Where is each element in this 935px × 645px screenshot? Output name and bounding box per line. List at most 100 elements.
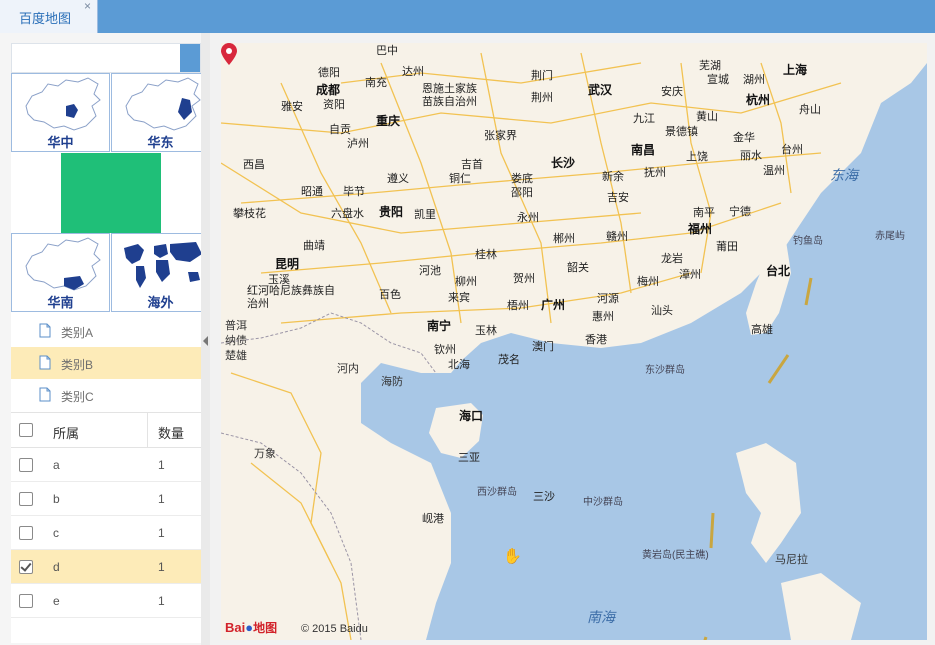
city-label[interactable]: 广州 xyxy=(541,296,565,313)
category-item-c[interactable]: 类别C xyxy=(11,379,201,411)
city-label[interactable]: 温州 xyxy=(763,162,785,178)
city-label[interactable]: 泸州 xyxy=(347,135,369,151)
city-label[interactable]: 吉安 xyxy=(607,189,629,205)
city-label[interactable]: 龙岩 xyxy=(661,250,683,266)
city-label[interactable]: 柳州 xyxy=(455,273,477,289)
column-divider[interactable] xyxy=(147,413,148,447)
city-label[interactable]: 北海 xyxy=(448,356,470,372)
city-label[interactable]: 香港 xyxy=(585,331,607,347)
city-label[interactable]: 金华 xyxy=(733,129,755,145)
city-label[interactable]: 上海 xyxy=(783,61,807,78)
city-label[interactable]: 宣城 xyxy=(707,71,729,87)
panel-splitter[interactable] xyxy=(201,33,210,645)
city-label[interactable]: 岘港 xyxy=(422,510,444,526)
city-label[interactable]: 澳门 xyxy=(532,338,554,354)
city-label[interactable]: 铜仁 xyxy=(449,170,471,186)
city-label[interactable]: 荆门 xyxy=(531,67,553,83)
city-label[interactable]: 六盘水 xyxy=(331,205,364,221)
city-label[interactable]: 台北 xyxy=(766,262,790,279)
city-label[interactable]: 重庆 xyxy=(376,112,400,129)
city-label[interactable]: 抚州 xyxy=(644,164,666,180)
city-label[interactable]: 景德镇 xyxy=(665,123,698,139)
city-label[interactable]: 海防 xyxy=(381,373,403,389)
city-label[interactable]: 马尼拉 xyxy=(775,551,808,567)
city-label[interactable]: 宁德 xyxy=(729,203,751,219)
city-label[interactable]: 攀枝花 xyxy=(233,205,266,221)
region-tile-east[interactable]: 华东 xyxy=(111,73,210,152)
city-label[interactable]: 安庆 xyxy=(661,83,683,99)
row-checkbox[interactable] xyxy=(19,492,33,506)
city-label[interactable]: 德阳 xyxy=(318,64,340,80)
city-label[interactable]: 惠州 xyxy=(592,308,614,324)
city-label[interactable]: 海口 xyxy=(459,407,483,424)
city-label[interactable]: 昭通 xyxy=(301,183,323,199)
table-row[interactable]: e 1 xyxy=(11,584,201,618)
city-label[interactable]: 杭州 xyxy=(746,91,770,108)
tab-baidu-map[interactable]: 百度地图 × xyxy=(0,0,98,33)
row-checkbox[interactable] xyxy=(19,560,33,574)
region-tile-south[interactable]: 华南 xyxy=(11,233,110,312)
city-label[interactable]: 张家界 xyxy=(484,127,517,143)
baidu-map-canvas[interactable]: 成都 巴中 德阳 达州 南充 恩施土家族苗族自治州 荆门 武汉 荆州 芜湖 宣城… xyxy=(221,43,927,640)
city-label[interactable]: 南宁 xyxy=(427,317,451,334)
city-label[interactable]: 玉林 xyxy=(475,322,497,338)
scrollbar-thumb[interactable] xyxy=(180,44,200,72)
table-row[interactable]: c 1 xyxy=(11,516,201,550)
city-label[interactable]: 高雄 xyxy=(751,321,773,337)
city-label[interactable]: 丽水 xyxy=(740,147,762,163)
city-label[interactable]: 西昌 xyxy=(243,156,265,172)
city-label[interactable]: 南昌 xyxy=(631,141,655,158)
city-label[interactable]: 昆明 xyxy=(275,255,299,272)
city-label[interactable]: 黄山 xyxy=(696,108,718,124)
row-checkbox[interactable] xyxy=(19,594,33,608)
region-tile-central[interactable]: 华中 xyxy=(11,73,110,152)
city-label[interactable]: 武汉 xyxy=(588,81,612,98)
city-label[interactable]: 达州 xyxy=(402,63,424,79)
city-label[interactable]: 漳州 xyxy=(679,266,701,282)
region-tile-overseas[interactable]: 海外 xyxy=(111,233,210,312)
city-label[interactable]: 台州 xyxy=(781,141,803,157)
city-label[interactable]: 梧州 xyxy=(507,297,529,313)
city-label[interactable]: 福州 xyxy=(688,220,712,237)
category-item-b[interactable]: 类别B xyxy=(11,347,201,379)
column-header-count[interactable]: 数量 xyxy=(158,423,184,442)
city-label[interactable]: 来宾 xyxy=(448,289,470,305)
city-label[interactable]: 恩施土家族苗族自治州 xyxy=(422,83,482,109)
table-row[interactable]: d 1 xyxy=(11,550,201,584)
city-label[interactable]: 普洱 xyxy=(225,317,247,333)
city-label[interactable]: 湖州 xyxy=(743,71,765,87)
row-checkbox[interactable] xyxy=(19,526,33,540)
city-label[interactable]: 赣州 xyxy=(606,228,628,244)
row-checkbox[interactable] xyxy=(19,458,33,472)
category-item-a[interactable]: 类别A xyxy=(11,315,201,347)
city-label[interactable]: 长沙 xyxy=(551,154,575,171)
city-label[interactable]: 九江 xyxy=(633,110,655,126)
city-label[interactable]: 资阳 xyxy=(323,96,345,112)
green-tile[interactable] xyxy=(61,153,161,233)
city-label[interactable]: 西沙群岛 xyxy=(477,483,517,498)
city-label[interactable]: 三亚 xyxy=(458,449,480,465)
city-label[interactable]: 雅安 xyxy=(281,98,303,114)
city-label[interactable]: 韶关 xyxy=(567,259,589,275)
city-label[interactable]: 曲靖 xyxy=(303,237,325,253)
location-pin-icon[interactable] xyxy=(221,43,237,65)
city-label[interactable]: 纳债 xyxy=(225,332,247,348)
city-label[interactable]: 莆田 xyxy=(716,238,738,254)
city-label[interactable]: 巴中 xyxy=(376,43,398,58)
collapse-arrow-icon[interactable] xyxy=(203,336,208,346)
city-label[interactable]: 河内 xyxy=(337,360,359,376)
city-label[interactable]: 百色 xyxy=(379,286,401,302)
city-label[interactable]: 贵阳 xyxy=(379,203,403,220)
city-label[interactable]: 舟山 xyxy=(799,101,821,117)
city-label[interactable]: 上饶 xyxy=(686,148,708,164)
city-label[interactable]: 新余 xyxy=(602,168,624,184)
city-label[interactable]: 钦州 xyxy=(434,341,456,357)
city-label[interactable]: 万象 xyxy=(254,445,276,461)
city-label[interactable]: 永州 xyxy=(517,209,539,225)
city-label[interactable]: 汕头 xyxy=(651,302,673,318)
city-label[interactable]: 贺州 xyxy=(513,270,535,286)
city-label[interactable]: 茂名 xyxy=(498,351,520,367)
city-label[interactable]: 南平 xyxy=(693,204,715,220)
table-row[interactable]: a 1 xyxy=(11,448,201,482)
city-label[interactable]: 荆州 xyxy=(531,89,553,105)
